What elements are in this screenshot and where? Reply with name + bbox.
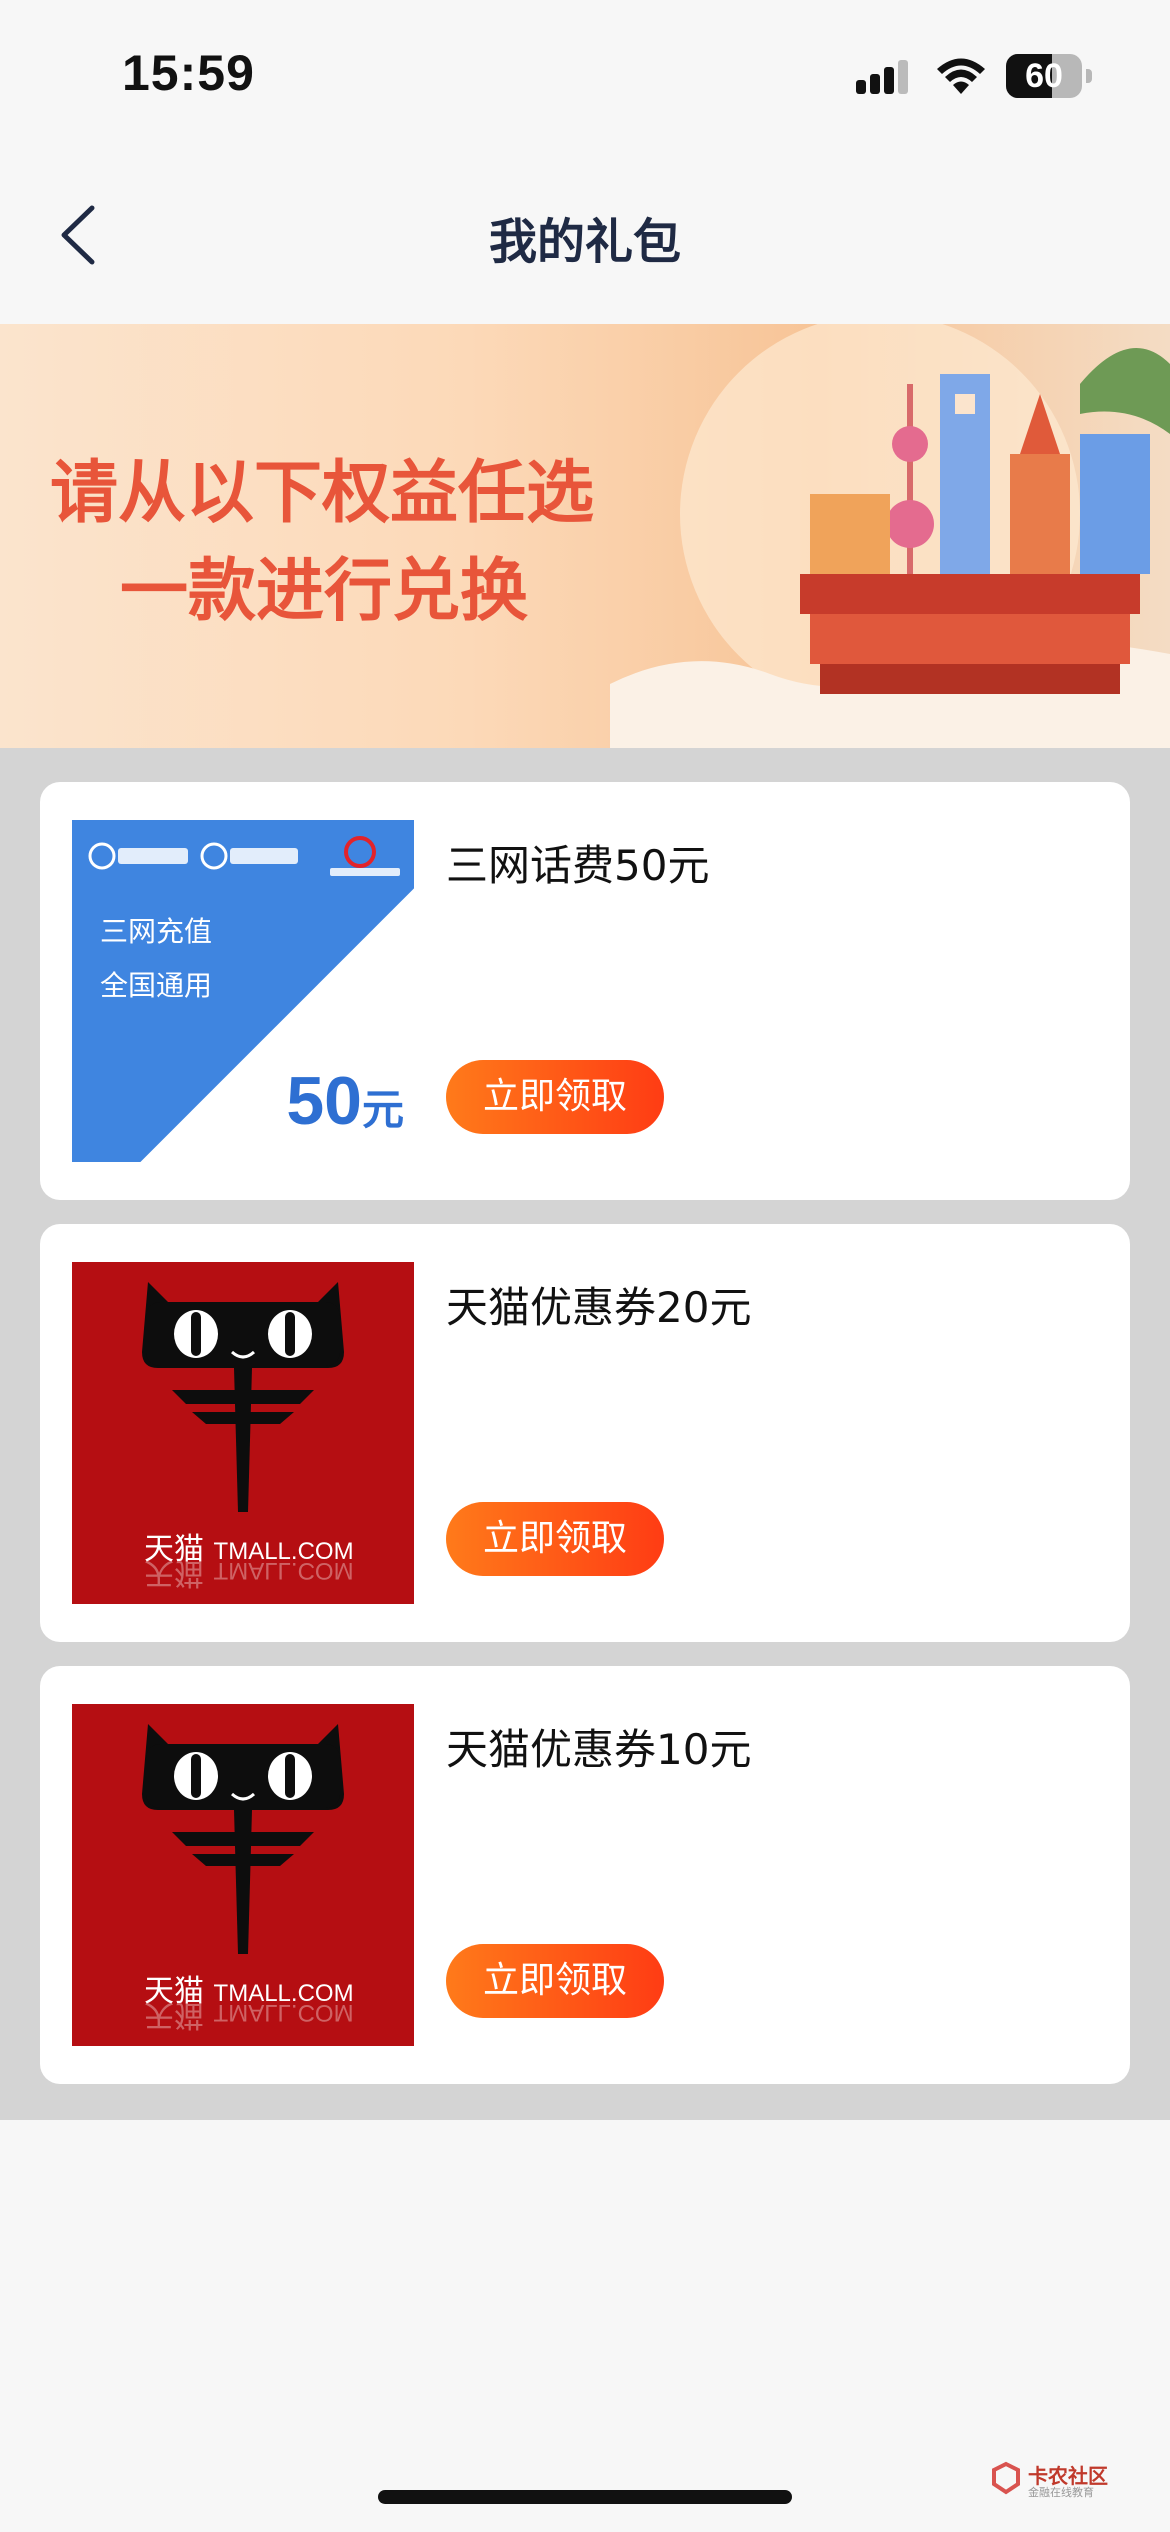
claim-button[interactable]: 立即领取 (446, 1502, 664, 1576)
phone-credit-thumbnail: 三网充值 全国通用 50元 (72, 820, 414, 1162)
phone-credit-amount: 50元 (286, 1062, 404, 1140)
status-time: 15:59 (122, 45, 255, 101)
gift-list: 三网充值 全国通用 50元 三网话费50元 立即领取 天猫 TMALL.COM … (0, 748, 1170, 2120)
amount-unit: 元 (361, 1086, 404, 1133)
battery-icon: 60 (1006, 54, 1092, 98)
gift-card-tmall-20: 天猫 TMALL.COM 天猫 TMALL.COM 天猫优惠券20元 立即领取 (40, 1224, 1130, 1642)
tmall-brand-reflection: 天猫 TMALL.COM (144, 1996, 354, 2040)
banner-headline: 请从以下权益任选 一款进行兑换 (50, 444, 594, 640)
navigation-bar: 我的礼包 (0, 150, 1170, 324)
phone-credit-line-1: 三网充值 (100, 915, 213, 948)
tmall-brand-reflection: 天猫 TMALL.COM (144, 1554, 354, 1598)
gift-card-tmall-10: 天猫 TMALL.COM 天猫 TMALL.COM 天猫优惠券10元 立即领取 (40, 1666, 1130, 2084)
watermark-logo-icon (992, 2461, 1020, 2495)
brand-cn-reflection: 天猫 (144, 1555, 204, 1590)
wifi-icon (937, 58, 985, 94)
gift-title: 天猫优惠券20元 (446, 1283, 752, 1332)
claim-button[interactable]: 立即领取 (446, 1060, 664, 1134)
brand-en-reflection: TMALL.COM (213, 1557, 354, 1584)
phone-credit-line-2: 全国通用 (100, 969, 213, 1002)
carrier-logos-icon (88, 836, 400, 876)
gift-card-phone-credit: 三网充值 全国通用 50元 三网话费50元 立即领取 (40, 782, 1130, 1200)
banner-line-2: 一款进行兑换 (120, 551, 529, 631)
promo-banner: 请从以下权益任选 一款进行兑换 (0, 324, 1170, 748)
gift-title: 天猫优惠券10元 (446, 1725, 752, 1774)
watermark: 卡农社区 金融在线教育 (988, 2460, 1148, 2500)
home-indicator[interactable] (378, 2490, 792, 2504)
tmall-thumbnail: 天猫 TMALL.COM 天猫 TMALL.COM (72, 1262, 414, 1604)
gift-title: 三网话费50元 (446, 841, 710, 890)
page-title: 我的礼包 (488, 214, 681, 270)
amount-value: 50 (286, 1063, 362, 1139)
city-skyline-illustration (610, 324, 1170, 748)
watermark-sub: 金融在线教育 (1028, 2486, 1094, 2499)
brand-cn-reflection: 天猫 (144, 1997, 204, 2032)
tmall-thumbnail: 天猫 TMALL.COM 天猫 TMALL.COM (72, 1704, 414, 2046)
claim-button[interactable]: 立即领取 (446, 1944, 664, 2018)
battery-percent: 60 (1025, 57, 1063, 95)
brand-en-reflection: TMALL.COM (213, 1999, 354, 2026)
banner-line-1: 请从以下权益任选 (50, 453, 595, 533)
cellular-signal-icon (856, 60, 908, 94)
status-bar: 15:59 60 (0, 0, 1170, 150)
